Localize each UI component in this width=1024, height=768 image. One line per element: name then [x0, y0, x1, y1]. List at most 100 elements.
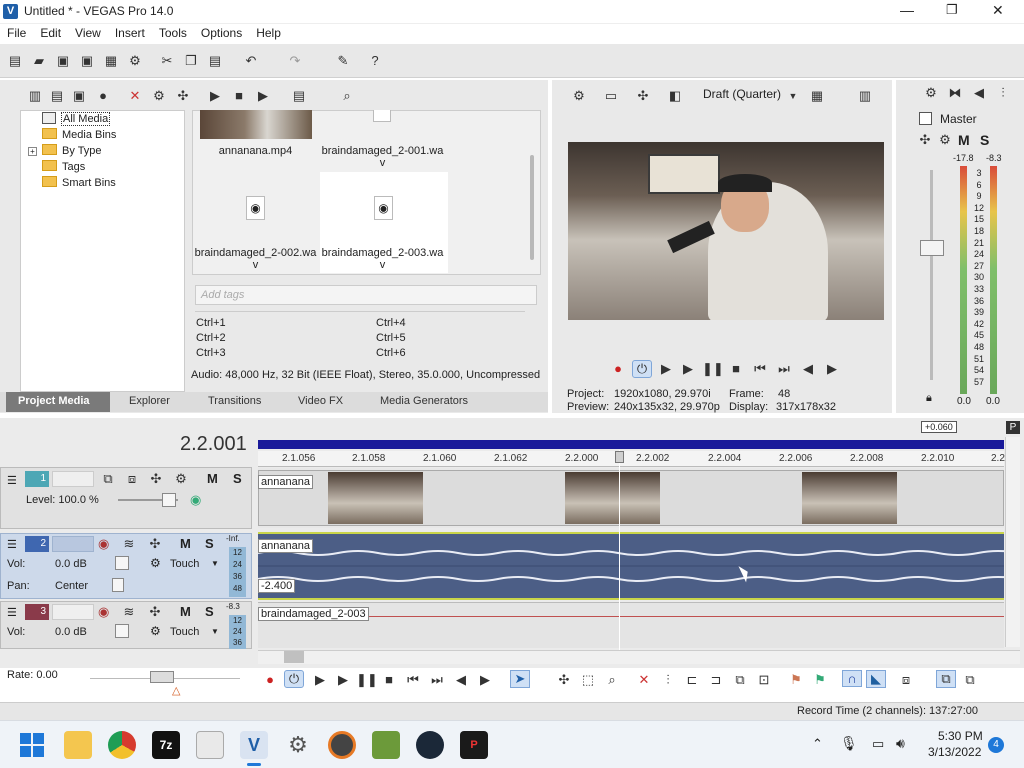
tab-media-generators[interactable]: Media Generators: [380, 395, 468, 407]
menu-file[interactable]: File: [0, 24, 33, 40]
delete-icon[interactable]: ✕: [634, 672, 654, 688]
chevron-up-icon[interactable]: ⌃: [812, 736, 823, 752]
chevron-down-icon[interactable]: ▼: [211, 627, 219, 636]
master-fx-icon[interactable]: ⚙: [936, 132, 954, 148]
audio-file-icon[interactable]: ◉: [246, 196, 265, 220]
scroll-thumb[interactable]: [284, 651, 304, 663]
track-fx-icon[interactable]: ⚙: [172, 471, 190, 487]
ripple-edit-icon[interactable]: ⧈: [896, 672, 916, 688]
tree-item-media-bins[interactable]: Media Bins: [42, 128, 116, 141]
track-2-solo[interactable]: S: [205, 536, 214, 551]
stop-icon[interactable]: ■: [230, 88, 248, 104]
downmix-icon[interactable]: ⧓: [946, 85, 964, 101]
next-frame-icon[interactable]: ▶: [475, 672, 495, 688]
save-icon[interactable]: ▣: [54, 53, 72, 69]
pan-slider-thumb[interactable]: [112, 578, 124, 592]
menu-options[interactable]: Options: [194, 24, 249, 40]
record-icon[interactable]: ●: [608, 361, 628, 376]
next-frame-icon[interactable]: ▶: [822, 361, 842, 377]
lock-icon[interactable]: 🔒︎: [926, 392, 932, 405]
playhead[interactable]: [619, 450, 620, 650]
lock-icon[interactable]: ⊡: [754, 672, 774, 688]
track-name-field[interactable]: [52, 471, 94, 487]
tree-item-by-type[interactable]: + By Type: [28, 144, 102, 157]
external-monitor-icon[interactable]: ▭: [602, 88, 620, 104]
level-slider-thumb[interactable]: [162, 493, 176, 507]
rate-slider-thumb[interactable]: [150, 671, 174, 683]
import-media-icon[interactable]: ▥: [26, 88, 44, 104]
track-1-mute[interactable]: M: [207, 471, 218, 486]
chrome-icon[interactable]: [108, 731, 136, 759]
playhead-handle[interactable]: [615, 451, 624, 463]
app-icon[interactable]: P: [460, 731, 488, 759]
split-icon[interactable]: ⧉: [730, 672, 750, 688]
marker-icon[interactable]: ⚑: [786, 672, 806, 688]
track-collapse-icon[interactable]: ☰: [7, 538, 17, 551]
record-icon[interactable]: ●: [260, 672, 280, 687]
track-2-touch[interactable]: Touch: [170, 558, 199, 570]
preview-settings-icon[interactable]: ⚙: [570, 88, 588, 104]
mixer-icon[interactable]: ⫶: [994, 85, 1012, 101]
trim-start-icon[interactable]: ⊏: [682, 672, 702, 688]
undo-icon[interactable]: ↶: [242, 53, 260, 69]
chevron-down-icon[interactable]: ▼: [211, 559, 219, 568]
redo-icon[interactable]: ↷: [286, 53, 304, 69]
composite-mode-icon[interactable]: ◉: [190, 492, 201, 508]
play-icon[interactable]: ▶: [206, 88, 224, 104]
start-button[interactable]: [20, 733, 44, 757]
auto-crossfade-icon[interactable]: ◣: [866, 670, 886, 688]
selection-tool-icon[interactable]: ⬚: [578, 672, 598, 688]
normal-edit-tool-icon[interactable]: ➤: [510, 670, 530, 688]
lock-envelopes-icon[interactable]: ⧉: [960, 672, 980, 688]
crop-icon[interactable]: ⧉: [99, 471, 117, 487]
tree-item-tags[interactable]: Tags: [42, 160, 85, 173]
record-arm-icon[interactable]: ◉: [98, 604, 109, 620]
marker-flag-icon[interactable]: P: [1006, 421, 1020, 434]
track-3-solo[interactable]: S: [205, 604, 214, 619]
previous-frame-icon[interactable]: ◀: [451, 672, 471, 688]
close-button[interactable]: ✕: [992, 2, 1004, 19]
menu-insert[interactable]: Insert: [108, 24, 152, 40]
play-from-start-icon[interactable]: ▶: [310, 672, 330, 688]
track-1-solo[interactable]: S: [233, 471, 242, 486]
go-to-end-icon[interactable]: ⏭: [774, 361, 794, 377]
invert-phase-icon[interactable]: ≋: [120, 536, 138, 552]
file-explorer-icon[interactable]: [64, 731, 92, 759]
grid-icon[interactable]: ▦: [808, 88, 826, 104]
go-to-start-icon[interactable]: ⏮: [403, 672, 423, 688]
vol-slider-thumb[interactable]: [115, 556, 129, 570]
views-icon[interactable]: ▤: [290, 88, 308, 104]
audio-file-icon[interactable]: [373, 110, 391, 122]
document-app-icon[interactable]: [196, 731, 224, 759]
plugin-icon[interactable]: ✣: [174, 88, 192, 104]
stop-icon[interactable]: ■: [379, 672, 399, 687]
track-collapse-icon[interactable]: ☰: [7, 474, 17, 487]
go-to-start-icon[interactable]: ⏮: [750, 361, 770, 377]
copy-icon[interactable]: ❐: [182, 53, 200, 69]
remove-icon[interactable]: ✕: [126, 88, 144, 104]
menu-help[interactable]: Help: [249, 24, 288, 40]
tab-video-fx[interactable]: Video FX: [298, 395, 343, 407]
save-as-icon[interactable]: ▣: [78, 53, 96, 69]
automation-icon[interactable]: ⚙: [150, 624, 161, 638]
media-fx-icon[interactable]: ⚙: [150, 88, 168, 104]
track-2-mute[interactable]: M: [180, 536, 191, 551]
track-3-mute[interactable]: M: [180, 604, 191, 619]
automation-icon[interactable]: ⚙: [150, 556, 161, 570]
audio-track-3-lane[interactable]: [258, 602, 1004, 648]
event-grouping-icon[interactable]: ⧉: [936, 670, 956, 688]
envelope-tool-icon[interactable]: ✣: [554, 672, 574, 688]
clock-date[interactable]: 3/13/2022: [928, 745, 981, 759]
pause-icon[interactable]: ❚❚: [356, 672, 378, 688]
tab-project-media[interactable]: Project Media: [18, 395, 90, 407]
volume-icon[interactable]: 🔊︎: [896, 735, 905, 752]
track-name-field[interactable]: [52, 604, 94, 620]
play-icon[interactable]: ▶: [333, 672, 353, 688]
loop-icon[interactable]: ⏻: [632, 360, 652, 378]
maximize-button[interactable]: ❐: [946, 2, 958, 18]
open-icon[interactable]: ▰: [30, 53, 48, 69]
vegas-pro-icon[interactable]: V: [240, 731, 268, 759]
microphone-icon[interactable]: 🎙︎: [840, 735, 858, 752]
track-pan-icon[interactable]: ✣: [146, 604, 164, 620]
menu-edit[interactable]: Edit: [33, 24, 68, 40]
